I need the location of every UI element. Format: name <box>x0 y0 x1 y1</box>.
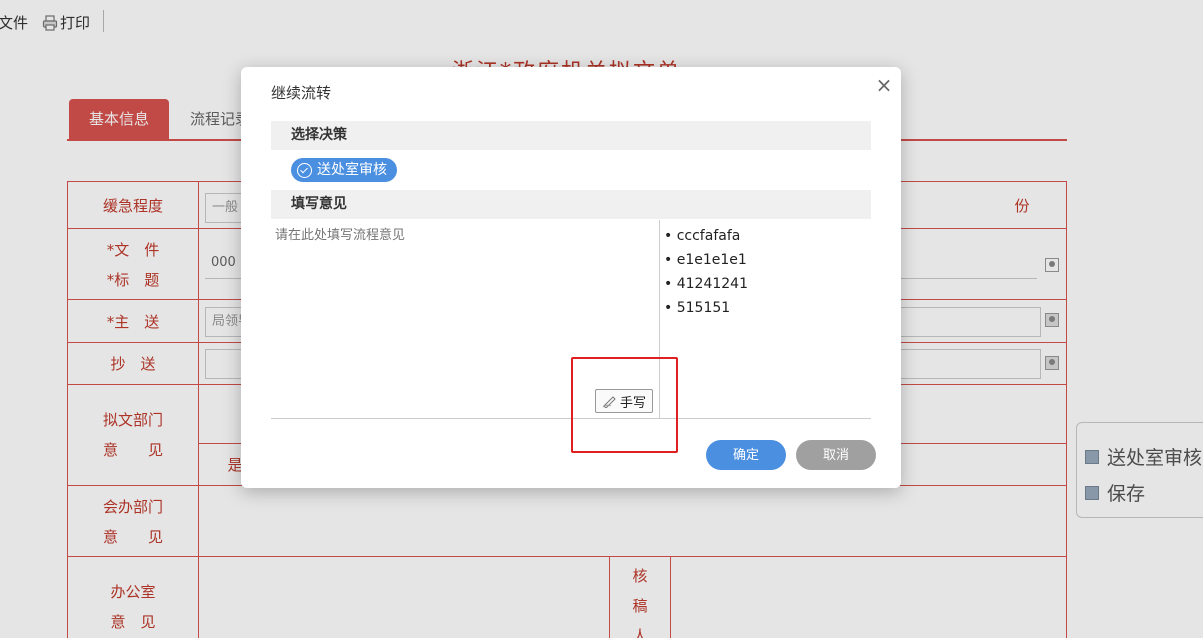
common-opinion-list: cccfafafa e1e1e1e1 41241241 515151 <box>659 220 871 418</box>
close-icon[interactable]: × <box>875 75 893 95</box>
highlight-box <box>571 357 678 453</box>
check-circle-icon <box>297 162 312 178</box>
dialog-title: 继续流转 <box>271 84 332 102</box>
common-opinion-item[interactable]: 515151 <box>664 296 871 320</box>
cancel-button[interactable]: 取消 <box>796 440 876 470</box>
decision-section-header: 选择决策 <box>271 121 871 150</box>
opinion-section-header: 填写意见 <box>271 190 871 219</box>
decision-option-send-review[interactable]: 送处室审核 <box>291 158 397 182</box>
confirm-button[interactable]: 确定 <box>706 440 786 470</box>
continue-flow-dialog: 继续流转 × 选择决策 送处室审核 填写意见 cccfafafa e1e1e1e… <box>241 67 901 488</box>
decision-option-label: 送处室审核 <box>317 162 387 178</box>
common-opinion-item[interactable]: cccfafafa <box>664 224 871 248</box>
common-opinion-item[interactable]: 41241241 <box>664 272 871 296</box>
common-opinion-item[interactable]: e1e1e1e1 <box>664 248 871 272</box>
